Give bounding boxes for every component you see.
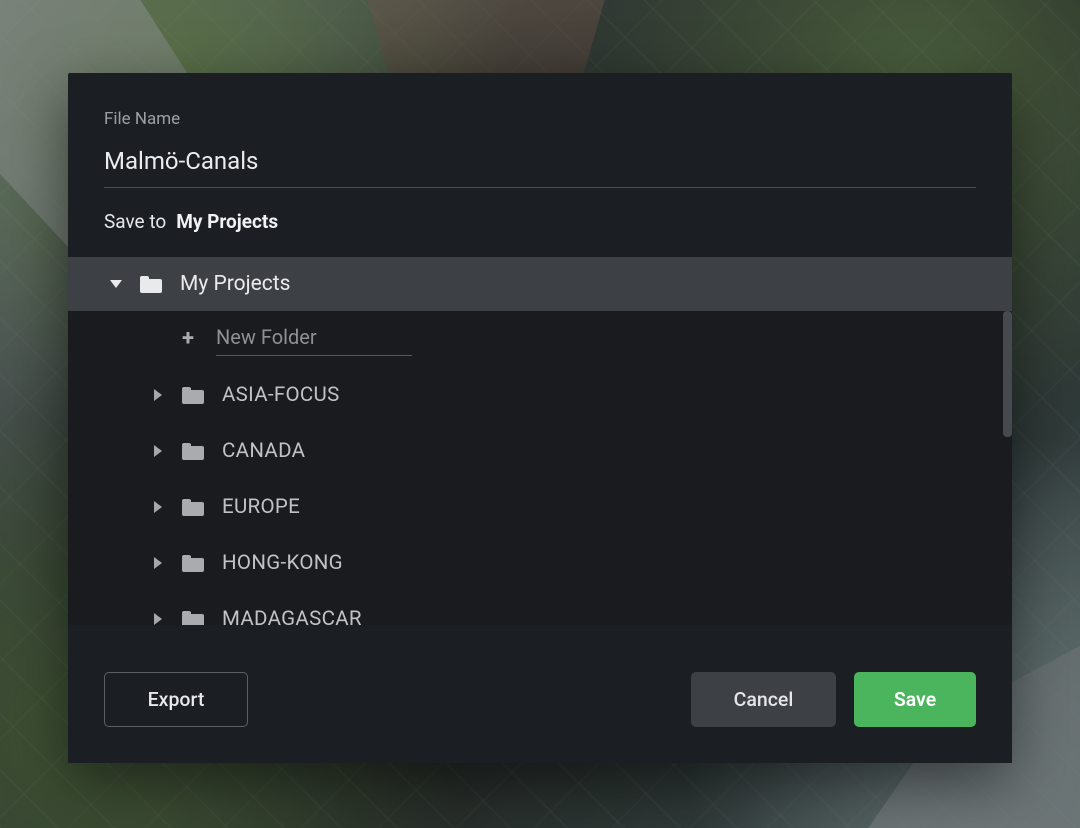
tree-folder[interactable]: CANADA	[68, 423, 1012, 479]
save-to-target: My Projects	[176, 210, 278, 233]
file-name-label: File Name	[104, 109, 976, 129]
tree-folder-label: CANADA	[222, 439, 305, 463]
tree-folder-label: EUROPE	[222, 495, 300, 519]
folder-icon	[182, 611, 204, 626]
caret-down-icon	[110, 280, 122, 288]
folder-icon	[182, 387, 204, 404]
plus-icon: +	[182, 328, 194, 350]
export-button[interactable]: Export	[104, 672, 248, 727]
tree-root[interactable]: My Projects	[68, 257, 1012, 311]
caret-right-icon	[154, 557, 162, 569]
tree-root-label: My Projects	[180, 272, 290, 296]
folder-icon	[140, 276, 162, 293]
folder-icon	[182, 499, 204, 516]
tree-children[interactable]: + ASIA-FOCUS CANADA EUROPE	[68, 311, 1012, 625]
save-to-row: Save to My Projects	[104, 210, 976, 233]
save-dialog: File Name Save to My Projects My Project…	[68, 73, 1012, 763]
tree-folder[interactable]: MADAGASCAR	[68, 591, 1012, 625]
save-to-label: Save to	[104, 210, 166, 233]
caret-right-icon	[154, 613, 162, 625]
tree-folder[interactable]: EUROPE	[68, 479, 1012, 535]
file-name-input[interactable]	[104, 137, 976, 188]
tree-folder-label: ASIA-FOCUS	[222, 383, 340, 407]
new-folder-input[interactable]	[216, 322, 412, 356]
caret-right-icon	[154, 501, 162, 513]
caret-right-icon	[154, 445, 162, 457]
folder-icon	[182, 443, 204, 460]
tree-folder[interactable]: ASIA-FOCUS	[68, 367, 1012, 423]
caret-right-icon	[154, 389, 162, 401]
scrollbar-thumb[interactable]	[1003, 311, 1012, 437]
dialog-footer: Export Cancel Save	[68, 635, 1012, 763]
tree-folder[interactable]: HONG-KONG	[68, 535, 1012, 591]
dialog-header: File Name Save to My Projects	[68, 73, 1012, 257]
folder-icon	[182, 555, 204, 572]
tree-folder-label: MADAGASCAR	[222, 607, 362, 625]
save-button[interactable]: Save	[854, 672, 976, 727]
tree-folder-label: HONG-KONG	[222, 551, 343, 575]
folder-tree: My Projects + ASIA-FOCUS CANADA EUROPE	[68, 257, 1012, 635]
cancel-button[interactable]: Cancel	[691, 672, 836, 727]
new-folder-row[interactable]: +	[68, 311, 1012, 367]
